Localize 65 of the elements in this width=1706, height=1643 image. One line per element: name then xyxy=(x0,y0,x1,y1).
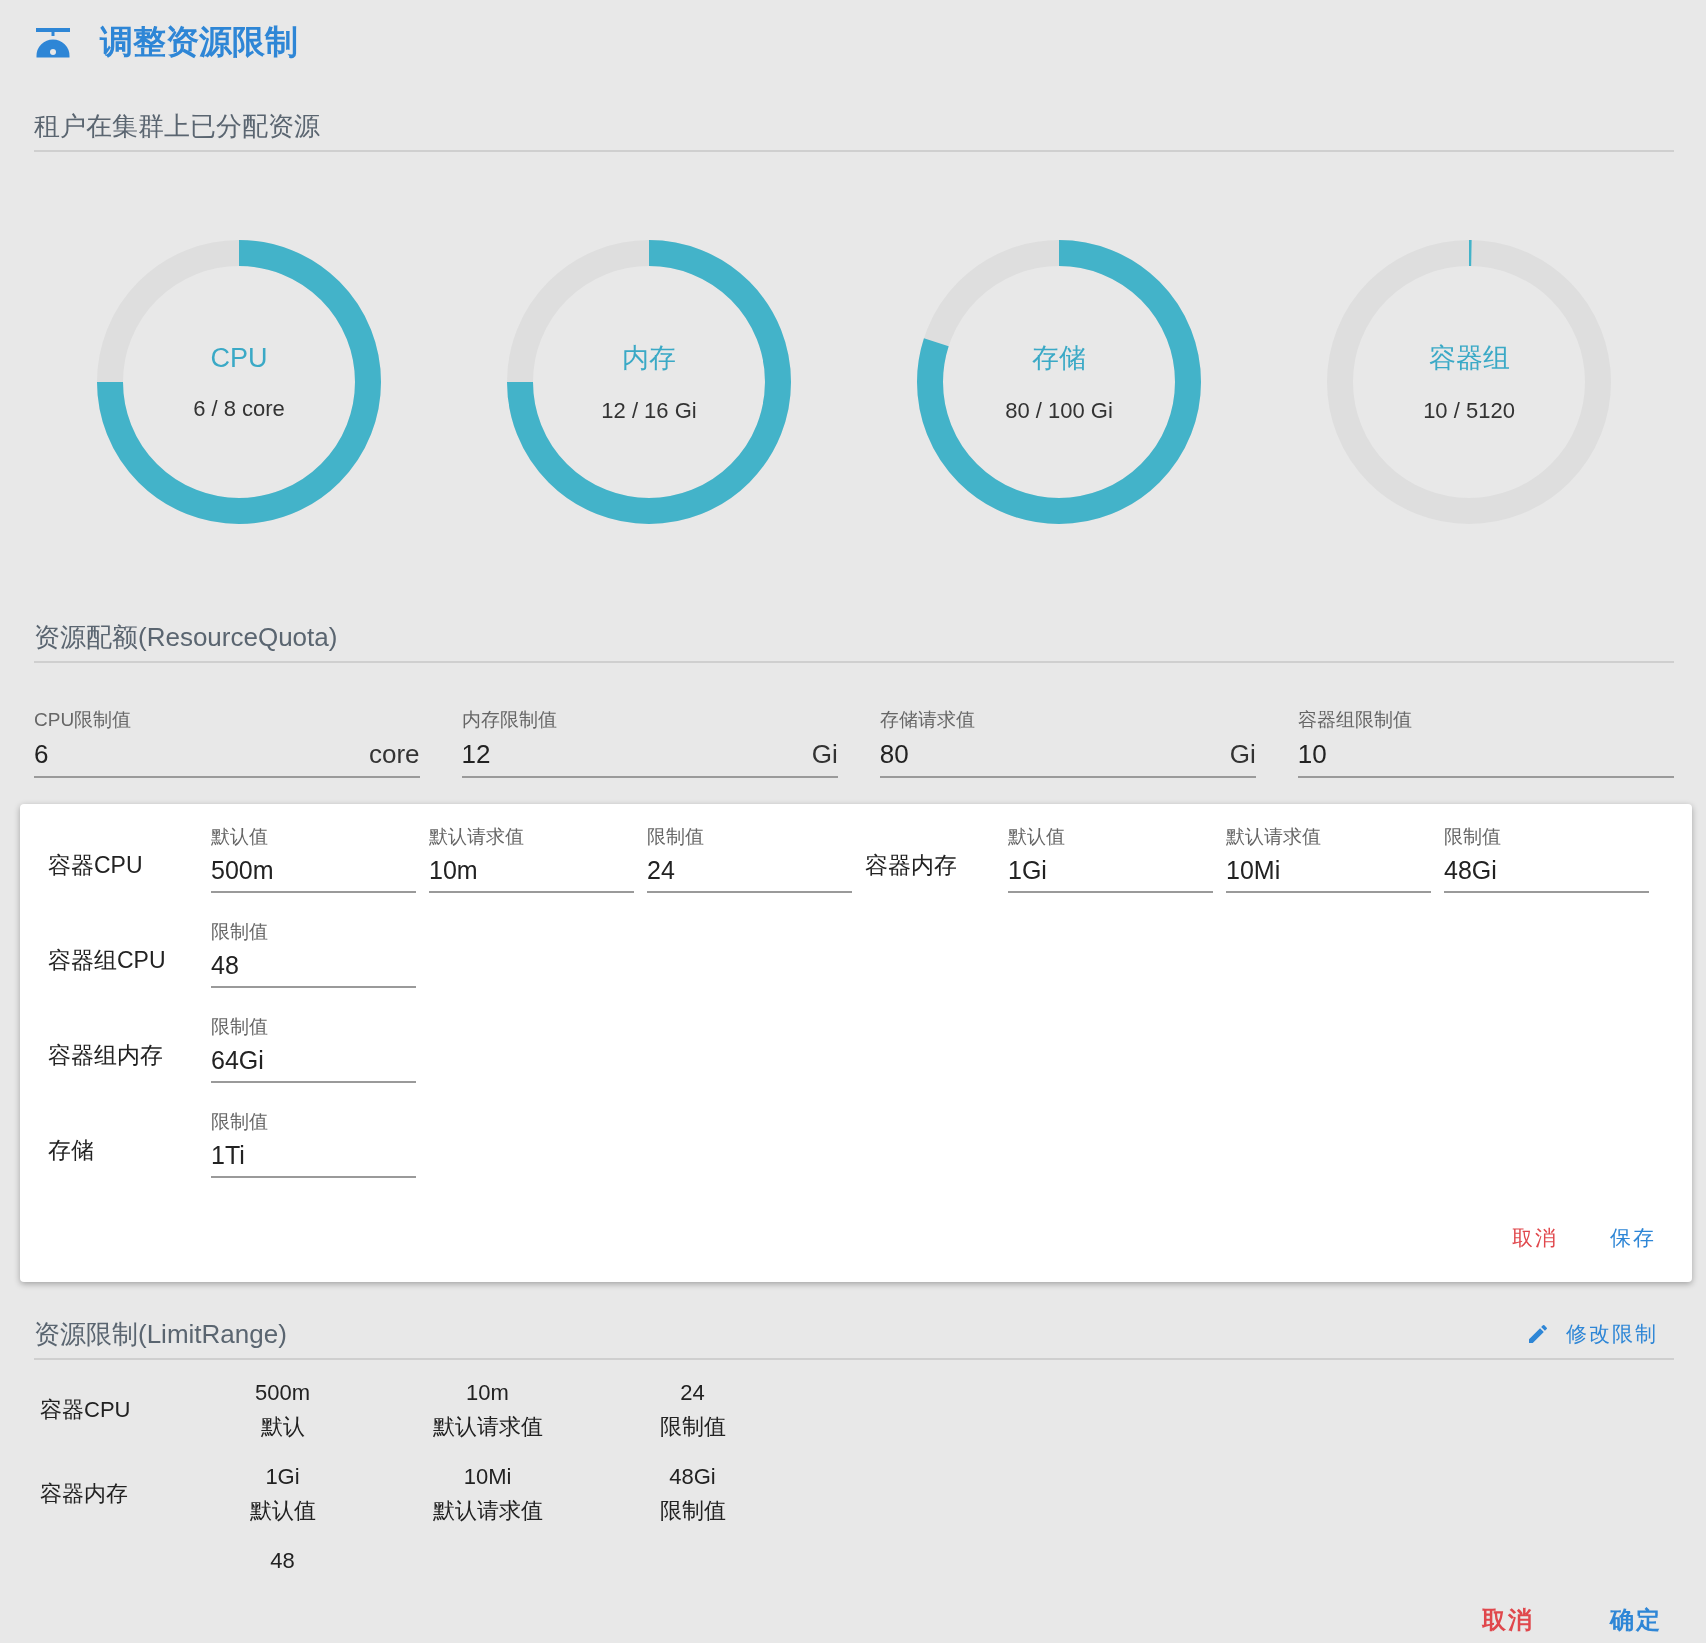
field-label: 容器组限制值 xyxy=(1297,708,1413,732)
limit-value: 48 xyxy=(270,1547,295,1575)
gauge-label: CPU xyxy=(210,342,268,374)
gauge-reading: 80 / 100 Gi xyxy=(1005,398,1113,424)
row-label: 容器组内存 xyxy=(48,1041,164,1070)
input-field[interactable]: 24 xyxy=(647,850,852,885)
limit-value: 1Gi xyxy=(265,1463,300,1491)
confirm-button[interactable]: 保存 xyxy=(1602,1218,1664,1258)
field-label: 限制值 xyxy=(211,1110,269,1134)
gauge-label: 存储 xyxy=(1032,342,1086,375)
limit-caption: 限制值 xyxy=(659,1497,726,1525)
input-field[interactable]: 48 xyxy=(211,945,416,980)
limit-caption: 默认请求值 xyxy=(432,1413,543,1441)
unit-label: Gi xyxy=(811,739,838,770)
input-field[interactable]: 1Gi xyxy=(1008,850,1213,885)
field-label: 内存限制值 xyxy=(461,708,558,732)
pencil-icon xyxy=(1526,1322,1550,1346)
input-field[interactable]: 6 xyxy=(34,733,369,770)
limit-caption: 默认值 xyxy=(249,1497,316,1525)
gauge-icon xyxy=(34,26,72,59)
field-label: 限制值 xyxy=(211,1015,269,1039)
gauge-reading: 10 / 5120 xyxy=(1423,398,1515,424)
row-label: 存储 xyxy=(48,1136,95,1165)
unit-label: Gi xyxy=(1229,739,1256,770)
input-field[interactable]: 10 xyxy=(1297,733,1674,770)
row-label: 容器CPU xyxy=(48,851,144,880)
input-field[interactable]: 12 xyxy=(461,733,812,770)
unit-label: core xyxy=(369,739,420,770)
row-label: 容器内存 xyxy=(865,851,958,880)
field-label: CPU限制值 xyxy=(34,708,133,732)
field-label: 默认值 xyxy=(1008,825,1066,849)
field-label: 默认值 xyxy=(211,825,269,849)
row-label: 容器组CPU xyxy=(48,946,167,975)
limit-value: 24 xyxy=(680,1379,705,1407)
limit-caption: 限制值 xyxy=(659,1413,726,1441)
cancel-button[interactable]: 取消 xyxy=(1504,1218,1566,1258)
input-field[interactable]: 10m xyxy=(429,850,634,885)
section-heading: 租户在集群上已分配资源 xyxy=(34,110,320,143)
dialog-title: 调整资源限制 xyxy=(100,22,298,62)
limit-value: 10Mi xyxy=(463,1463,512,1491)
row-label: 容器CPU xyxy=(39,1396,132,1424)
gauge-label: 内存 xyxy=(622,342,676,375)
field-label: 存储请求值 xyxy=(879,708,976,732)
field-label: 默认请求值 xyxy=(429,825,525,849)
field-label: 限制值 xyxy=(647,825,705,849)
field-label: 默认请求值 xyxy=(1226,825,1322,849)
gauge-label: 容器组 xyxy=(1428,342,1510,375)
limit-value: 500m xyxy=(254,1379,310,1407)
input-field[interactable]: 1Ti xyxy=(211,1135,416,1170)
section-heading: 资源配额(ResourceQuota) xyxy=(34,621,338,654)
input-field[interactable]: 80 xyxy=(879,733,1230,770)
row-label: 容器内存 xyxy=(39,1480,129,1508)
input-field[interactable]: 500m xyxy=(211,850,416,885)
input-field[interactable]: 64Gi xyxy=(211,1040,416,1075)
input-field[interactable]: 10Mi xyxy=(1226,850,1431,885)
field-label: 限制值 xyxy=(1444,825,1502,849)
limit-value: 10m xyxy=(466,1379,509,1407)
gauge-reading: 12 / 16 Gi xyxy=(601,398,697,424)
input-field[interactable]: 48Gi xyxy=(1444,850,1649,885)
gauge-reading: 6 / 8 core xyxy=(193,395,285,422)
field-label: 限制值 xyxy=(211,920,269,944)
limit-caption: 默认请求值 xyxy=(432,1497,543,1525)
limit-caption: 默认 xyxy=(260,1413,305,1441)
limit-value: 48Gi xyxy=(669,1463,716,1491)
section-heading: 资源限制(LimitRange) xyxy=(34,1318,287,1351)
